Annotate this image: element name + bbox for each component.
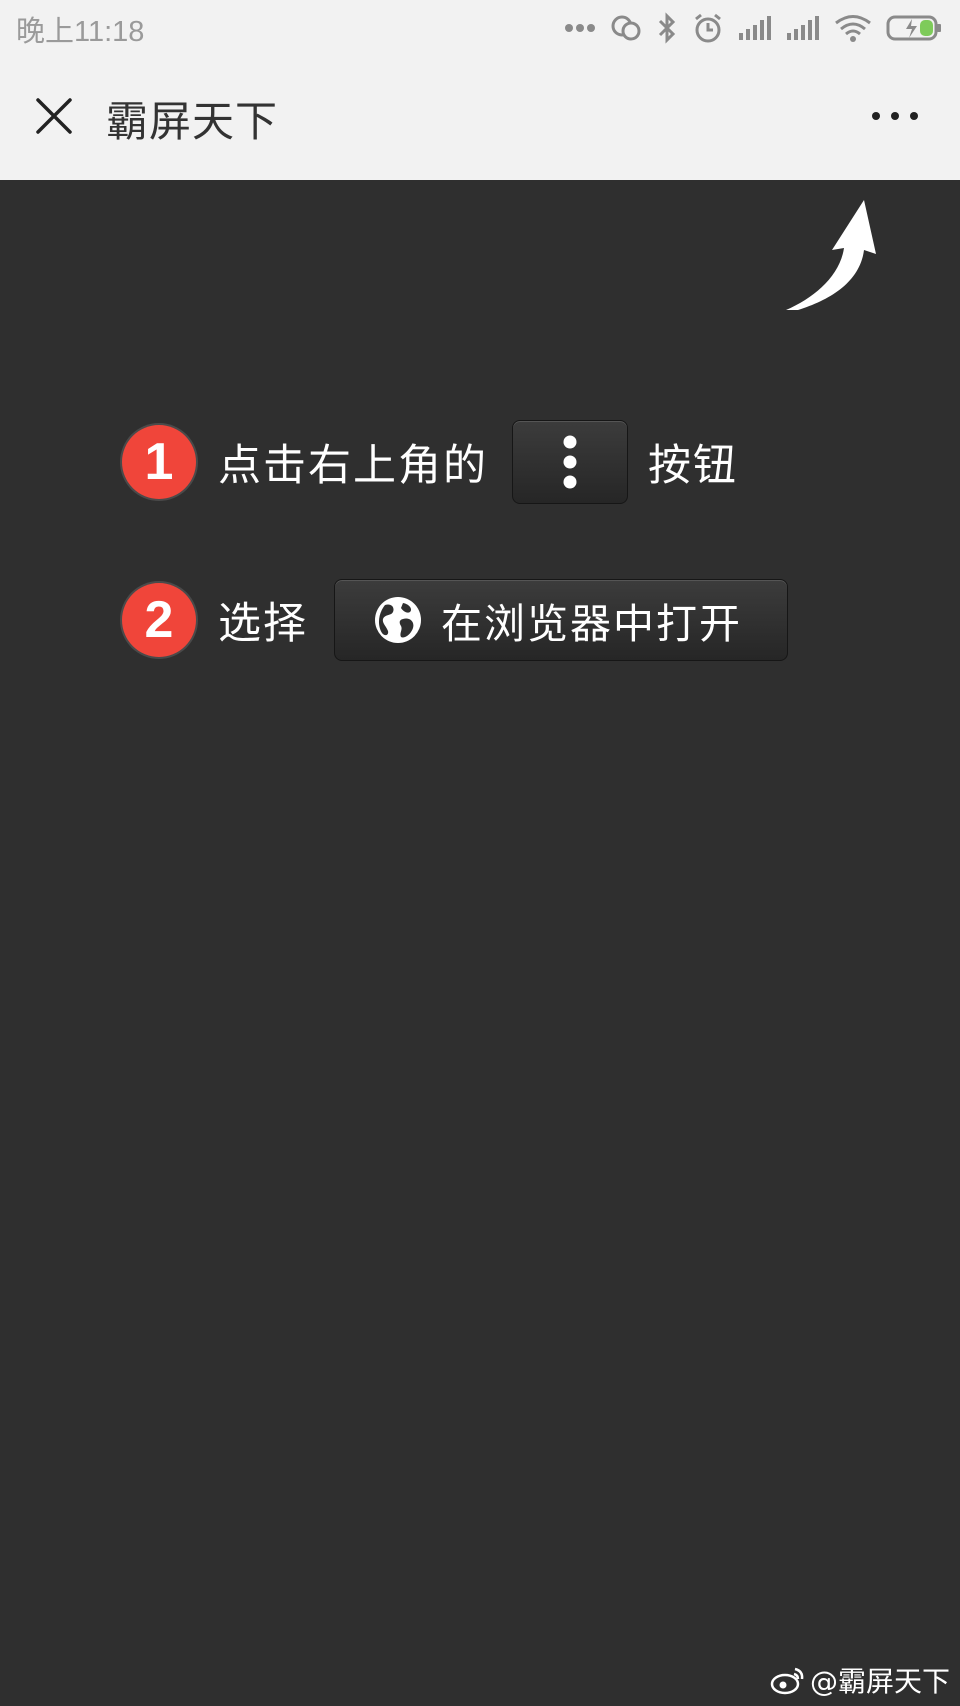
step2-text-before: 选择 [218,599,308,649]
close-icon [36,98,72,134]
watermark-text: @霸屏天下 [809,1665,950,1698]
weibo-logo-icon [770,1667,804,1695]
status-icons [564,10,944,46]
battery-charging-icon [886,15,941,41]
menu-key-illustration [512,420,628,504]
step-badge-1: 1 [122,425,196,499]
bluetooth-icon [658,12,676,44]
guide-step-1: 1 点击右上角的 按钮 [122,420,738,504]
step-badge-2: 2 [122,583,196,657]
status-bar: 晚上11:18 [0,0,960,56]
guide-step-2: 2 选择 在浏览器中打开 [122,578,788,662]
signal-icon [739,16,771,40]
vertical-dots-icon [563,435,577,489]
signal-icon [787,16,819,40]
page-title: 霸屏天下 [106,97,279,146]
title-bar: 霸屏天下 [0,56,960,180]
step1-text-before: 点击右上角的 [218,441,488,491]
close-button[interactable] [24,86,84,146]
more-dots-icon [565,24,595,32]
globe-icon [375,597,421,643]
hotspot-icon [611,15,641,41]
open-in-browser-illustration: 在浏览器中打开 [334,579,788,661]
more-button[interactable] [860,96,930,136]
step1-text-after: 按钮 [648,441,738,491]
open-in-browser-label: 在浏览器中打开 [441,600,742,648]
status-time: 晚上11:18 [16,16,145,48]
more-icon [872,112,918,120]
pointer-arrow-icon [786,200,876,310]
watermark: @霸屏天下 [770,1660,950,1700]
wifi-icon [835,15,871,42]
alarm-icon [695,13,721,43]
